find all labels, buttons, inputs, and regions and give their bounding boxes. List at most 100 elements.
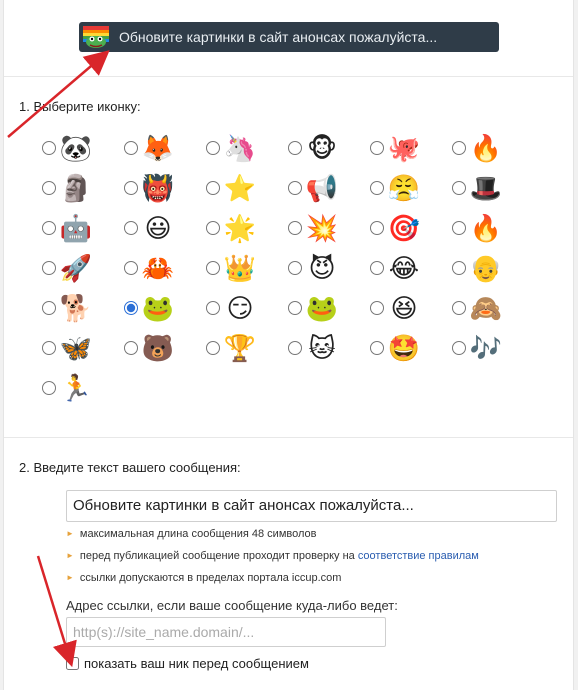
icon-option[interactable]: 🚀 [42, 253, 122, 293]
icon-option[interactable]: 🏃 [42, 373, 122, 413]
smiley-face-icon[interactable]: 😃 [142, 213, 174, 245]
icon-radio[interactable] [288, 221, 302, 235]
icon-radio[interactable] [206, 221, 220, 235]
cat-icon[interactable]: 🐱 [306, 333, 338, 365]
icon-radio[interactable] [124, 141, 138, 155]
icon-option[interactable]: 🐙 [370, 133, 450, 173]
icon-radio[interactable] [206, 261, 220, 275]
pepe-frog-icon[interactable]: 🐸 [306, 293, 338, 325]
omg-icon[interactable]: 💥 [306, 213, 338, 245]
music-notes-icon[interactable]: 🎶 [470, 333, 502, 365]
rules-link[interactable]: соответствие правилам [358, 550, 479, 562]
panda-icon[interactable]: 🐼 [60, 133, 92, 165]
icon-radio[interactable] [452, 341, 466, 355]
icon-radio[interactable] [124, 181, 138, 195]
wizard-hat-icon[interactable]: 🎩 [470, 173, 502, 205]
icon-option[interactable]: 🏆 [206, 333, 286, 373]
icon-radio[interactable] [206, 341, 220, 355]
icon-option[interactable]: 👑 [206, 253, 286, 293]
icon-radio[interactable] [206, 181, 220, 195]
icon-option[interactable]: 🔥 [452, 133, 532, 173]
message-input[interactable]: Обновите картинки в сайт анонсах пожалуй… [66, 490, 557, 522]
unicorn-icon[interactable]: 🦄 [224, 133, 256, 165]
icon-radio[interactable] [452, 141, 466, 155]
star-struck-icon[interactable]: 🤩 [388, 333, 420, 365]
icon-radio[interactable] [42, 341, 56, 355]
icon-option[interactable]: 👴 [452, 253, 532, 293]
icon-radio[interactable] [370, 221, 384, 235]
url-input[interactable] [66, 617, 386, 647]
icon-radio[interactable] [370, 261, 384, 275]
target-icon[interactable]: 🎯 [388, 213, 420, 245]
doge-icon[interactable]: 🐕 [60, 293, 92, 325]
running-man-icon[interactable]: 🏃 [60, 373, 92, 405]
devil-face-icon[interactable]: 😈 [306, 253, 338, 285]
show-nick-option[interactable]: показать ваш ник перед сообщением [66, 656, 309, 671]
icon-option[interactable]: ⭐ [206, 173, 286, 213]
icon-radio[interactable] [370, 181, 384, 195]
crown-icon[interactable]: 👑 [224, 253, 256, 285]
icon-radio[interactable] [288, 181, 302, 195]
icon-option[interactable]: 🔥 [452, 213, 532, 253]
harold-meme-icon[interactable]: 👴 [470, 253, 502, 285]
bear-icon[interactable]: 🐻 [142, 333, 174, 365]
crying-laughing-icon[interactable]: 😂 [388, 253, 420, 285]
icon-radio[interactable] [288, 341, 302, 355]
monkey-covering-eyes-icon[interactable]: 🙈 [470, 293, 502, 325]
icon-option[interactable]: 🤩 [370, 333, 450, 373]
fox-icon[interactable]: 🦊 [142, 133, 174, 165]
icon-option[interactable]: 😤 [370, 173, 450, 213]
crab-icon[interactable]: 🦀 [142, 253, 174, 285]
icon-option[interactable]: 🦀 [124, 253, 204, 293]
icon-option[interactable]: 📢 [288, 173, 368, 213]
icon-radio[interactable] [452, 221, 466, 235]
icon-option[interactable]: 🦋 [42, 333, 122, 373]
icon-radio[interactable] [42, 381, 56, 395]
icon-option[interactable]: 😃 [124, 213, 204, 253]
icon-option[interactable]: 🙈 [452, 293, 532, 333]
icon-radio[interactable] [206, 141, 220, 155]
angry-face-icon[interactable]: 😤 [388, 173, 420, 205]
icon-option[interactable]: 🗿 [42, 173, 122, 213]
icon-option[interactable]: 🐼 [42, 133, 122, 173]
icon-option[interactable]: 🎯 [370, 213, 450, 253]
icon-radio[interactable] [370, 301, 384, 315]
icon-option[interactable]: 🐸 [124, 293, 204, 333]
icon-option[interactable]: 🐵 [288, 133, 368, 173]
show-nick-checkbox[interactable] [66, 657, 79, 670]
grinning-face-icon[interactable]: 😆 [388, 293, 420, 325]
icon-option[interactable]: 😂 [370, 253, 450, 293]
icon-option[interactable]: 😈 [288, 253, 368, 293]
icon-option[interactable]: 🎶 [452, 333, 532, 373]
butterfly-icon[interactable]: 🦋 [60, 333, 92, 365]
icon-radio[interactable] [42, 141, 56, 155]
green-orc-icon[interactable]: 👹 [142, 173, 174, 205]
icon-radio[interactable] [370, 141, 384, 155]
icon-option[interactable]: 🤖 [42, 213, 122, 253]
trophy-icon[interactable]: 🏆 [224, 333, 256, 365]
icon-option[interactable]: 🐱 [288, 333, 368, 373]
star-face-icon[interactable]: 🌟 [224, 213, 256, 245]
see-no-evil-monkey-icon[interactable]: 🐵 [306, 133, 338, 165]
icon-radio[interactable] [124, 221, 138, 235]
icon-radio[interactable] [42, 181, 56, 195]
icon-option[interactable]: 👹 [124, 173, 204, 213]
icon-radio[interactable] [42, 301, 56, 315]
icon-radio[interactable] [452, 301, 466, 315]
rocket-icon[interactable]: 🚀 [60, 253, 92, 285]
icon-option[interactable]: 🐻 [124, 333, 204, 373]
icon-radio[interactable] [452, 181, 466, 195]
icon-option[interactable]: 🐕 [42, 293, 122, 333]
fire-icon[interactable]: 🔥 [470, 133, 502, 165]
icon-option[interactable]: 🦄 [206, 133, 286, 173]
icon-radio[interactable] [288, 141, 302, 155]
icon-option[interactable]: 🎩 [452, 173, 532, 213]
icon-option[interactable]: 😆 [370, 293, 450, 333]
icon-radio[interactable] [288, 261, 302, 275]
icon-option[interactable]: 🌟 [206, 213, 286, 253]
trollface-icon[interactable]: 😏 [224, 293, 256, 325]
octopus-icon[interactable]: 🐙 [388, 133, 420, 165]
flame-icon[interactable]: 🔥 [470, 213, 502, 245]
icon-radio[interactable] [288, 301, 302, 315]
icon-radio[interactable] [42, 221, 56, 235]
